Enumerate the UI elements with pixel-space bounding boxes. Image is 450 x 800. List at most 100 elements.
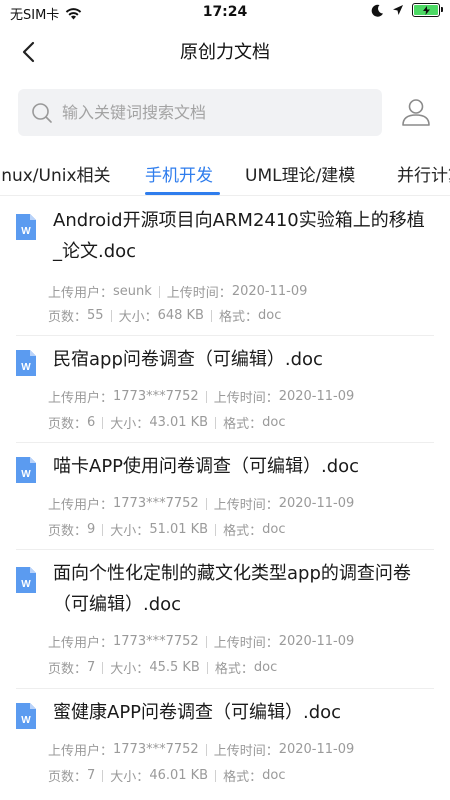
category-tabs: Linux/Unix相关 手机开发 UML理论/建模 并行计算 bbox=[0, 152, 450, 196]
divider bbox=[110, 309, 112, 322]
active-tab-indicator bbox=[145, 192, 220, 195]
upload-time-value: 2020-11-09 bbox=[278, 742, 355, 757]
divider bbox=[215, 523, 217, 536]
doc-meta-upload: 上传用户： 1773***7752 上传时间： 2020-11-09 bbox=[48, 632, 354, 651]
list-item[interactable]: W Android开源项目向ARM2410实验箱上的移植_论文.doc 上传用户… bbox=[0, 196, 450, 336]
uploader-label: 上传用户： bbox=[48, 391, 114, 406]
upload-time-value: 2020-11-09 bbox=[231, 284, 308, 299]
navigation-bar: 原创力文档 bbox=[0, 26, 450, 76]
tab-uml[interactable]: UML理论/建模 bbox=[245, 161, 355, 186]
battery-icon bbox=[412, 3, 443, 17]
pages-label: 页数： bbox=[48, 524, 88, 539]
svg-text:W: W bbox=[21, 579, 31, 590]
format-value: doc bbox=[253, 660, 278, 675]
upload-time-value: 2020-11-09 bbox=[278, 634, 355, 649]
upload-time-label: 上传时间： bbox=[213, 744, 279, 759]
format-value: doc bbox=[262, 768, 286, 783]
upload-time-value: 2020-11-09 bbox=[278, 389, 355, 404]
list-item[interactable]: W 蜜健康APP问卷调查（可编辑）.doc 上传用户： 1773***7752 … bbox=[0, 689, 450, 800]
word-doc-icon: W bbox=[16, 214, 36, 240]
svg-text:W: W bbox=[21, 226, 31, 237]
pages-value: 9 bbox=[87, 522, 96, 537]
divider bbox=[158, 285, 160, 298]
format-value: doc bbox=[257, 308, 282, 323]
list-item[interactable]: W 喵卡APP使用问卷调查（可编辑）.doc 上传用户： 1773***7752… bbox=[0, 443, 450, 550]
word-doc-icon: W bbox=[16, 457, 36, 483]
format-label: 格式： bbox=[223, 417, 263, 432]
doc-meta-file: 页数： 9 大小： 51.01 KB 格式： doc bbox=[48, 520, 285, 539]
format-value: doc bbox=[262, 415, 286, 430]
battery-fill bbox=[414, 5, 438, 15]
svg-text:W: W bbox=[21, 715, 31, 726]
uploader-value: seunk bbox=[113, 284, 152, 299]
doc-title[interactable]: Android开源项目向ARM2410实验箱上的移植_论文.doc bbox=[53, 205, 433, 267]
doc-title[interactable]: 民宿app问卷调查（可编辑）.doc bbox=[53, 344, 433, 375]
user-profile-button[interactable] bbox=[398, 94, 434, 130]
word-doc-icon: W bbox=[16, 350, 36, 376]
charging-bolt-icon bbox=[422, 5, 430, 15]
size-label: 大小： bbox=[110, 524, 150, 539]
search-box[interactable] bbox=[18, 89, 382, 136]
size-label: 大小： bbox=[110, 662, 150, 677]
word-doc-icon: W bbox=[16, 703, 36, 729]
format-label: 格式： bbox=[223, 770, 263, 785]
doc-meta-file: 页数： 55 大小： 648 KB 格式： doc bbox=[48, 306, 281, 325]
format-label: 格式： bbox=[218, 310, 258, 325]
pages-value: 7 bbox=[87, 768, 96, 783]
pages-value: 7 bbox=[87, 660, 96, 675]
upload-time-label: 上传时间： bbox=[213, 498, 279, 513]
divider bbox=[102, 416, 104, 429]
tab-mobile-dev[interactable]: 手机开发 bbox=[145, 161, 213, 186]
uploader-label: 上传用户： bbox=[48, 498, 114, 513]
tab-parallel-computing[interactable]: 并行计算 bbox=[397, 161, 450, 186]
upload-time-label: 上传时间： bbox=[213, 391, 279, 406]
divider bbox=[205, 497, 207, 510]
size-label: 大小： bbox=[110, 417, 150, 432]
uploader-label: 上传用户： bbox=[48, 744, 114, 759]
uploader-value: 1773***7752 bbox=[113, 634, 199, 649]
pages-label: 页数： bbox=[48, 662, 88, 677]
doc-meta-upload: 上传用户： 1773***7752 上传时间： 2020-11-09 bbox=[48, 740, 354, 759]
doc-meta-file: 页数： 6 大小： 43.01 KB 格式： doc bbox=[48, 413, 285, 432]
status-right bbox=[371, 3, 443, 17]
format-label: 格式： bbox=[223, 524, 263, 539]
location-arrow-icon bbox=[393, 5, 403, 15]
list-item[interactable]: W 面向个性化定制的藏文化类型app的调查问卷（可编辑）.doc 上传用户： 1… bbox=[0, 550, 450, 689]
divider bbox=[102, 523, 104, 536]
svg-text:W: W bbox=[21, 362, 31, 373]
pages-value: 55 bbox=[87, 308, 104, 323]
doc-meta-file: 页数： 7 大小： 46.01 KB 格式： doc bbox=[48, 766, 285, 785]
doc-title[interactable]: 喵卡APP使用问卷调查（可编辑）.doc bbox=[53, 451, 433, 482]
format-value: doc bbox=[262, 522, 286, 537]
size-label: 大小： bbox=[110, 770, 150, 785]
uploader-value: 1773***7752 bbox=[113, 389, 199, 404]
uploader-value: 1773***7752 bbox=[113, 496, 199, 511]
word-doc-icon: W bbox=[16, 567, 36, 593]
tab-linux-unix[interactable]: Linux/Unix相关 bbox=[0, 161, 111, 186]
status-bar: 无SIM卡 17:24 bbox=[0, 0, 450, 26]
search-icon bbox=[30, 101, 54, 125]
svg-text:W: W bbox=[21, 469, 31, 480]
uploader-label: 上传用户： bbox=[48, 286, 114, 301]
format-label: 格式： bbox=[214, 662, 254, 677]
doc-title[interactable]: 面向个性化定制的藏文化类型app的调查问卷（可编辑）.doc bbox=[53, 558, 433, 620]
size-value: 45.5 KB bbox=[149, 660, 200, 675]
pages-value: 6 bbox=[87, 415, 96, 430]
upload-time-label: 上传时间： bbox=[166, 286, 232, 301]
divider bbox=[206, 661, 208, 674]
divider bbox=[210, 309, 212, 322]
size-label: 大小： bbox=[118, 310, 158, 325]
search-input[interactable] bbox=[62, 103, 352, 122]
divider bbox=[215, 416, 217, 429]
moon-icon bbox=[371, 4, 383, 17]
page-title: 原创力文档 bbox=[180, 42, 270, 63]
doc-title[interactable]: 蜜健康APP问卷调查（可编辑）.doc bbox=[53, 697, 433, 728]
list-item[interactable]: W 民宿app问卷调查（可编辑）.doc 上传用户： 1773***7752 上… bbox=[0, 336, 450, 443]
divider bbox=[205, 743, 207, 756]
uploader-label: 上传用户： bbox=[48, 636, 114, 651]
doc-meta-file: 页数： 7 大小： 45.5 KB 格式： doc bbox=[48, 658, 277, 677]
pages-label: 页数： bbox=[48, 417, 88, 432]
divider bbox=[102, 661, 104, 674]
size-value: 46.01 KB bbox=[149, 768, 209, 783]
uploader-value: 1773***7752 bbox=[113, 742, 199, 757]
